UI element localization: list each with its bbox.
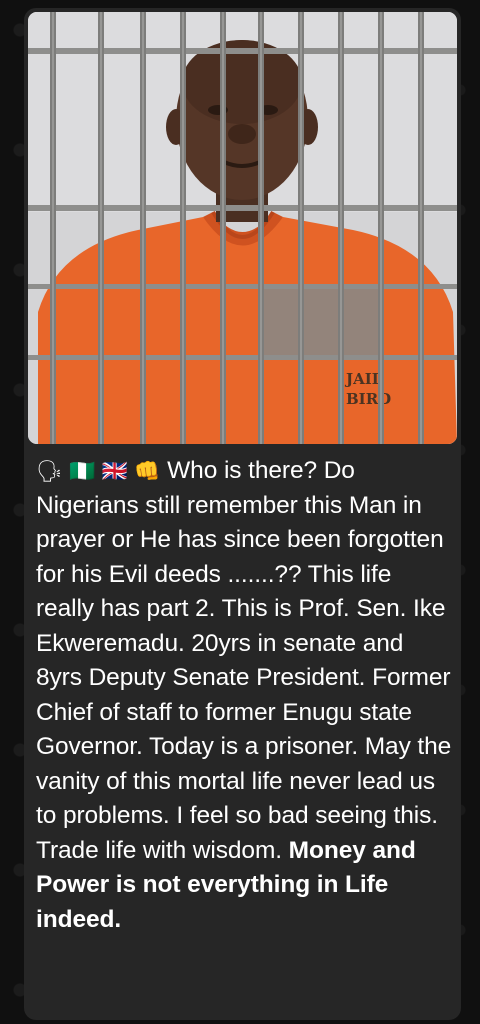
message-body: Who is there? Do Nigerians still remembe… (36, 457, 452, 864)
message-bubble[interactable]: JAIL BIRD 🗣 🇳🇬 🇬🇧 👊 Who is there? Do Nig… (24, 8, 461, 1020)
jail-photo-illustration: JAIL BIRD (28, 12, 457, 444)
jumpsuit-text-line1: JAIL (344, 370, 383, 388)
emoji-sequence: 🗣 🇳🇬 🇬🇧 👊 (36, 459, 161, 483)
jumpsuit-text-line2: BIRD (346, 390, 391, 408)
message-text: 🗣 🇳🇬 🇬🇧 👊 Who is there? Do Nigerians sti… (36, 454, 454, 937)
prisoner-photo[interactable]: JAIL BIRD (28, 12, 457, 444)
